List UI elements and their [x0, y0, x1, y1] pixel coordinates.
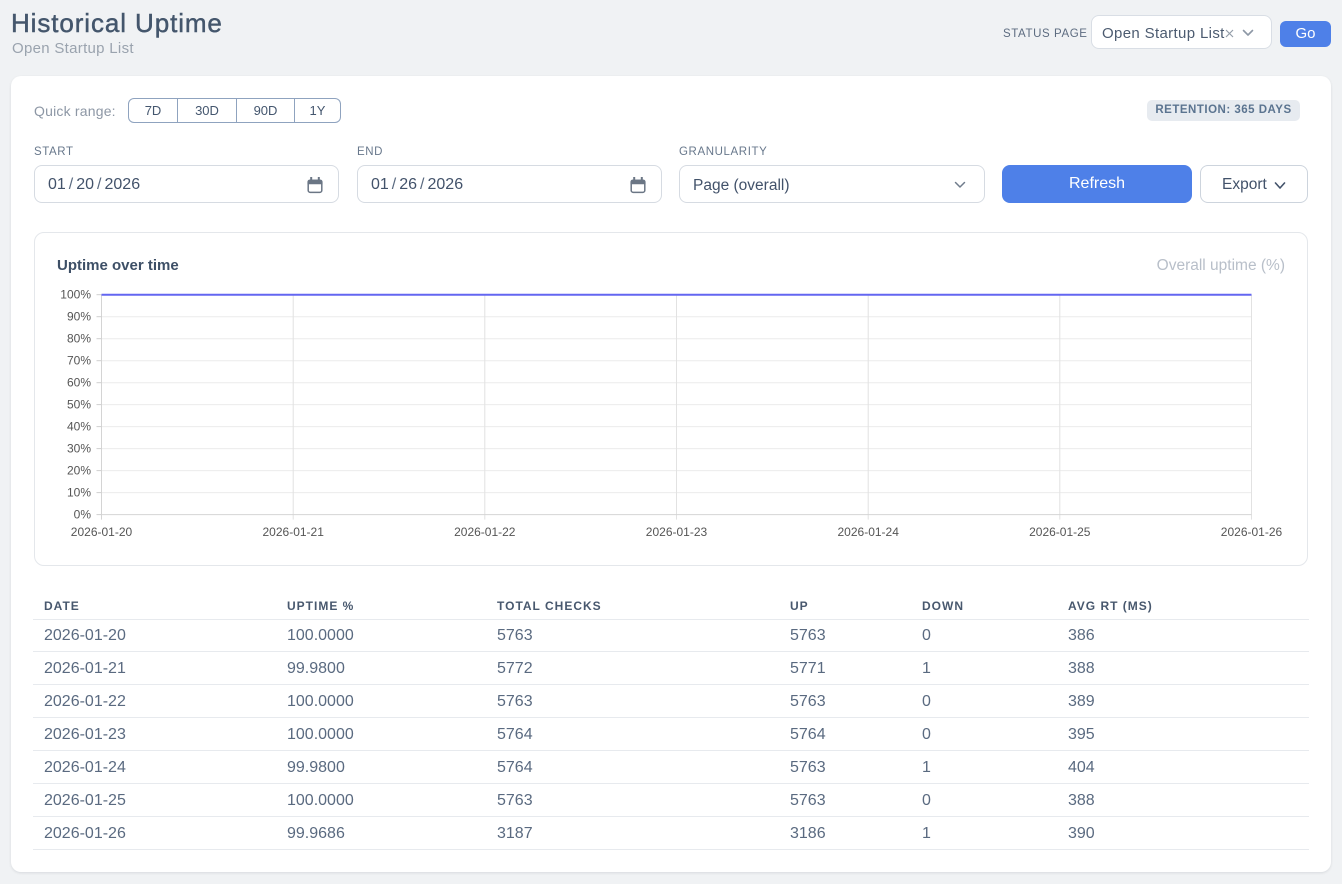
svg-text:2026-01-26: 2026-01-26 — [1221, 525, 1283, 539]
svg-text:90%: 90% — [67, 310, 91, 324]
svg-text:30%: 30% — [67, 442, 91, 456]
svg-text:50%: 50% — [67, 398, 91, 412]
svg-text:70%: 70% — [67, 354, 91, 368]
svg-text:2026-01-24: 2026-01-24 — [838, 525, 900, 539]
svg-text:20%: 20% — [67, 464, 91, 478]
svg-text:80%: 80% — [67, 332, 91, 346]
svg-text:2026-01-20: 2026-01-20 — [71, 525, 133, 539]
svg-text:2026-01-25: 2026-01-25 — [1029, 525, 1091, 539]
svg-text:40%: 40% — [67, 420, 91, 434]
svg-text:2026-01-22: 2026-01-22 — [454, 525, 516, 539]
svg-text:0%: 0% — [74, 508, 92, 522]
svg-text:10%: 10% — [67, 486, 91, 500]
svg-text:2026-01-23: 2026-01-23 — [646, 525, 708, 539]
svg-text:100%: 100% — [60, 288, 91, 302]
svg-text:60%: 60% — [67, 376, 91, 390]
svg-text:2026-01-21: 2026-01-21 — [263, 525, 325, 539]
